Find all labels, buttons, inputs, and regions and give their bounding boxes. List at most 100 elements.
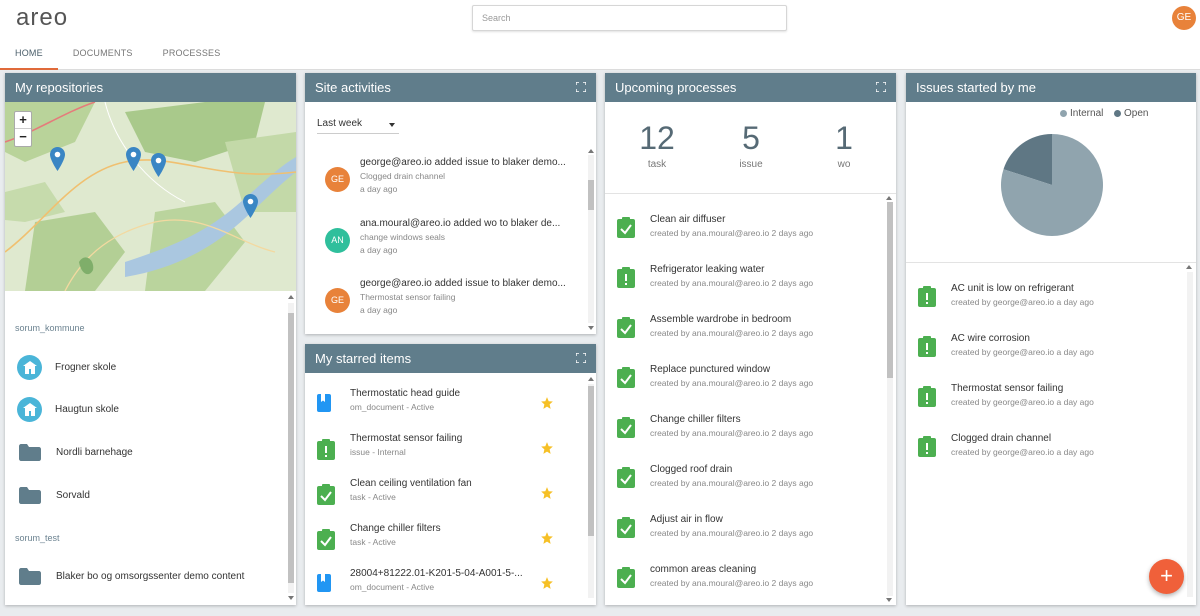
process-item[interactable]: Adjust air in flow created by ana.moural…	[617, 514, 882, 554]
map-pin-icon[interactable]	[243, 194, 258, 218]
repo-item[interactable]: Nordli barnehage	[17, 437, 133, 467]
repo-group-label: sorum_kommune	[15, 323, 85, 333]
scroll-down-icon[interactable]	[288, 596, 294, 600]
starred-item[interactable]: Change chiller filters task - Active	[317, 523, 557, 563]
repo-item[interactable]: Haugtun skole	[17, 394, 119, 424]
scroll-up-icon[interactable]	[1186, 265, 1192, 269]
app-logo[interactable]: areo	[16, 4, 68, 32]
issue-item[interactable]: Clogged drain channel created by george@…	[918, 433, 1183, 473]
issue-subtitle: created by george@areo.io a day ago	[951, 447, 1094, 457]
starred-item-subtitle: om_document - Active	[350, 402, 435, 412]
process-item[interactable]: Replace punctured window created by ana.…	[617, 364, 882, 404]
add-button[interactable]: +	[1149, 559, 1184, 594]
stat-issue[interactable]: 5 issue	[701, 120, 801, 170]
process-subtitle: created by ana.moural@areo.io 2 days ago	[650, 378, 814, 388]
activity-item[interactable]: AN ana.moural@areo.io added wo to blaker…	[325, 218, 575, 268]
folder-icon	[19, 486, 41, 504]
star-icon[interactable]	[540, 576, 554, 590]
process-title: Replace punctured window	[650, 364, 771, 375]
task-icon	[617, 517, 635, 538]
activities-scrollbar[interactable]	[588, 155, 594, 323]
zoom-in-button[interactable]: +	[15, 112, 31, 129]
school-icon	[17, 396, 42, 422]
starred-item-title: Thermostat sensor failing	[350, 433, 463, 444]
scrollbar-thumb[interactable]	[588, 386, 594, 536]
process-item[interactable]: Clean air diffuser created by ana.moural…	[617, 214, 882, 254]
repo-item-label: Nordli barnehage	[56, 446, 133, 458]
issue-subtitle: created by george@areo.io a day ago	[951, 297, 1094, 307]
issues-scrollbar[interactable]	[1187, 272, 1193, 597]
issue-title: AC wire corrosion	[951, 333, 1030, 344]
caret-down-icon	[389, 123, 395, 127]
scroll-up-icon[interactable]	[588, 149, 594, 153]
search-input[interactable]	[472, 5, 787, 31]
upcoming-title: Upcoming processes	[615, 80, 737, 95]
issues-pie-chart[interactable]	[1000, 133, 1104, 237]
legend-open: Open	[1114, 108, 1148, 119]
user-avatar[interactable]: GE	[1172, 6, 1196, 30]
tab-documents[interactable]: DOCUMENTS	[58, 44, 148, 70]
repo-item[interactable]: Blaker bo og omsorgssenter demo content	[17, 561, 244, 591]
expand-icon[interactable]	[576, 82, 586, 92]
star-icon[interactable]	[540, 396, 554, 410]
starred-item[interactable]: Clean ceiling ventilation fan task - Act…	[317, 478, 557, 518]
process-title: Adjust air in flow	[650, 514, 723, 525]
star-icon[interactable]	[540, 441, 554, 455]
expand-icon[interactable]	[876, 82, 886, 92]
stat-wo[interactable]: 1 wo	[794, 120, 894, 170]
avatar: GE	[325, 288, 350, 313]
process-title: Clean air diffuser	[650, 214, 726, 225]
starred-item[interactable]: Thermostat sensor failing issue - Intern…	[317, 433, 557, 473]
expand-icon[interactable]	[576, 353, 586, 363]
starred-scrollbar[interactable]	[588, 384, 594, 598]
period-select[interactable]: Last week	[317, 118, 399, 134]
repo-scrollbar[interactable]	[288, 303, 294, 593]
scroll-up-icon[interactable]	[588, 377, 594, 381]
repositories-map[interactable]: + −	[5, 102, 296, 291]
repo-item[interactable]: Frogner skole	[17, 352, 116, 382]
starred-item[interactable]: Thermostatic head guide om_document - Ac…	[317, 388, 557, 428]
legend-label: Open	[1124, 108, 1149, 119]
repositories-card: My repositories + − sorum_kommune Frogne…	[5, 73, 296, 605]
activity-item[interactable]: GE george@areo.io added issue to blaker …	[325, 278, 575, 328]
stat-task[interactable]: 12 task	[607, 120, 707, 170]
scrollbar-thumb[interactable]	[288, 313, 294, 583]
main-nav: HOME DOCUMENTS PROCESSES	[0, 44, 235, 70]
scrollbar-thumb[interactable]	[887, 202, 893, 378]
scrollbar-thumb[interactable]	[588, 180, 594, 210]
scroll-up-icon[interactable]	[288, 295, 294, 299]
star-icon[interactable]	[540, 486, 554, 500]
process-item[interactable]: common areas cleaning created by ana.mou…	[617, 564, 882, 604]
map-pin-icon[interactable]	[151, 153, 166, 177]
map-pin-icon[interactable]	[126, 147, 141, 171]
upcoming-scrollbar[interactable]	[887, 202, 893, 596]
map-pin-icon[interactable]	[50, 147, 65, 171]
process-item[interactable]: Change chiller filters created by ana.mo…	[617, 414, 882, 454]
issue-item[interactable]: AC wire corrosion created by george@areo…	[918, 333, 1183, 373]
issue-icon	[918, 336, 936, 357]
activity-time: a day ago	[360, 184, 398, 194]
tab-processes[interactable]: PROCESSES	[148, 44, 236, 70]
issue-item[interactable]: Thermostat sensor failing created by geo…	[918, 383, 1183, 423]
repo-item[interactable]: Sorvald	[17, 480, 90, 510]
stat-label: issue	[739, 159, 763, 170]
scroll-down-icon[interactable]	[588, 326, 594, 330]
activity-item[interactable]: GE george@areo.io added issue to blaker …	[325, 157, 575, 207]
process-item[interactable]: Refrigerator leaking water created by an…	[617, 264, 882, 304]
issue-icon	[918, 286, 936, 307]
activity-time: a day ago	[360, 305, 398, 315]
process-item[interactable]: Assemble wardrobe in bedroom created by …	[617, 314, 882, 354]
tab-home[interactable]: HOME	[0, 44, 58, 70]
task-icon	[617, 467, 635, 488]
scroll-up-icon[interactable]	[886, 196, 892, 200]
issue-icon	[617, 267, 635, 288]
zoom-out-button[interactable]: −	[15, 129, 31, 146]
issue-icon	[918, 436, 936, 457]
starred-header: My starred items	[305, 344, 596, 373]
process-item[interactable]: Clogged roof drain created by ana.moural…	[617, 464, 882, 504]
issue-item[interactable]: AC unit is low on refrigerant created by…	[918, 283, 1183, 323]
scroll-down-icon[interactable]	[886, 598, 892, 602]
starred-item[interactable]: 28004+81222.01-K201-5-04-A001-5-... om_d…	[317, 568, 557, 605]
star-icon[interactable]	[540, 531, 554, 545]
process-subtitle: created by ana.moural@areo.io 2 days ago	[650, 228, 814, 238]
